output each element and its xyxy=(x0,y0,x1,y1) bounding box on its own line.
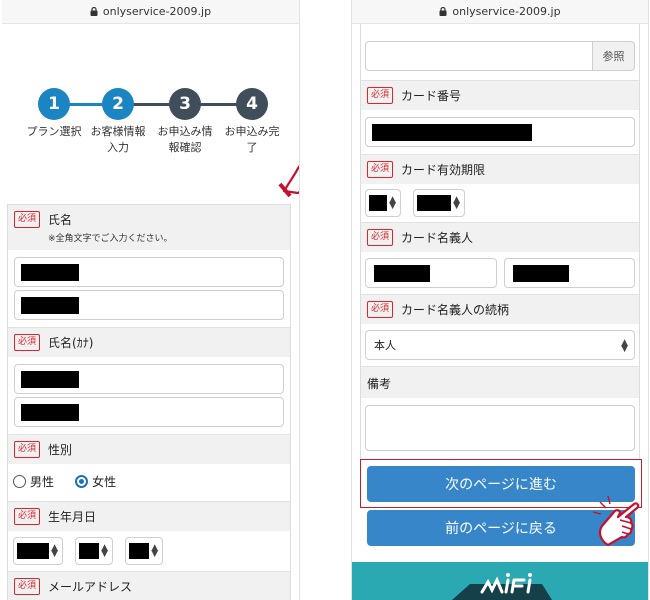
step-2: 2 お客様情報 入力 xyxy=(83,88,153,156)
field-body-card-holder xyxy=(361,252,639,294)
birth-day-select[interactable]: ▲ ▼ xyxy=(125,537,164,565)
reference-button[interactable]: 参照 xyxy=(593,41,635,71)
field-header-notes: 備考 xyxy=(361,366,639,398)
card-expiry-year-select[interactable]: ▲ ▼ xyxy=(413,189,466,217)
redacted-value xyxy=(374,265,430,282)
field-header-card-number: 必須 カード番号 xyxy=(361,80,639,110)
step-number: 4 xyxy=(236,88,268,120)
field-header-name: 必須 氏名 ※全角文字でご入力ください。 xyxy=(8,205,290,250)
field-label: 性別 xyxy=(48,443,73,457)
select-arrows-icon: ▲ ▼ xyxy=(389,195,396,211)
field-label: カード名義人の続柄 xyxy=(401,303,510,317)
field-body-name xyxy=(8,250,290,327)
gender-male-radio[interactable]: 男性 xyxy=(13,473,54,490)
card-holder-first-input[interactable] xyxy=(503,258,635,288)
field-body-birthdate: ▲ ▼ ▲ ▼ ▲ ▼ xyxy=(8,531,290,571)
last-name-input[interactable] xyxy=(14,257,284,287)
birth-year-select[interactable]: ▲ ▼ xyxy=(13,537,63,565)
first-name-input[interactable] xyxy=(14,290,284,320)
field-header-card-holder: 必須 カード名義人 xyxy=(361,222,639,252)
field-body-card-expiry: ▲ ▼ ▲ ▼ xyxy=(361,184,639,222)
redacted-value xyxy=(21,264,79,281)
field-header-relation: 必須 カード名義人の続柄 xyxy=(361,294,639,324)
field-body-reference: 参照 xyxy=(361,24,639,80)
gender-female-radio[interactable]: 女性 xyxy=(75,473,116,490)
reference-input[interactable] xyxy=(365,41,593,71)
redacted-value xyxy=(512,265,569,282)
field-body-relation: 本人 ▲ ▼ xyxy=(361,324,639,366)
promo-banner[interactable] xyxy=(352,562,648,600)
radio-circle-checked xyxy=(75,475,89,488)
field-label: メールアドレス xyxy=(48,580,133,594)
select-arrows-icon: ▲ ▼ xyxy=(453,195,461,211)
url-text: onlyservice-2009.jp xyxy=(452,5,561,18)
lock-icon xyxy=(90,7,98,16)
required-badge: 必須 xyxy=(14,508,41,525)
redacted-value xyxy=(21,404,79,421)
required-badge: 必須 xyxy=(367,161,394,178)
field-label: 生年月日 xyxy=(48,510,97,524)
progress-steps: 1 プラン選択 2 お客様情報 入力 3 お申込み情 報確認 4 お申込み完了 xyxy=(2,24,299,204)
select-arrows-icon: ▲ ▼ xyxy=(621,338,628,354)
field-body-notes xyxy=(361,398,639,459)
field-label: カード名義人 xyxy=(401,231,474,245)
required-badge: 必須 xyxy=(14,334,41,351)
card-holder-last-input[interactable] xyxy=(365,258,497,288)
select-arrows-icon: ▲ ▼ xyxy=(151,543,159,559)
last-name-kana-input[interactable] xyxy=(14,364,284,394)
step-label: お客様情報 入力 xyxy=(90,125,146,154)
pointing-hand-icon xyxy=(278,165,299,198)
step-label: プラン選択 xyxy=(26,125,82,138)
required-badge: 必須 xyxy=(367,229,394,246)
customer-info-form: 必須 氏名 ※全角文字でご入力ください。 必須 氏名(ｶﾅ) 必須 性別 男性 … xyxy=(7,204,291,600)
url-text: onlyservice-2009.jp xyxy=(102,5,212,18)
card-expiry-month-select[interactable]: ▲ ▼ xyxy=(365,189,401,217)
redacted-value xyxy=(21,371,79,388)
field-body-card-number xyxy=(361,110,639,154)
card-number-input[interactable] xyxy=(365,117,635,147)
notes-textarea[interactable] xyxy=(365,405,635,451)
required-badge: 必須 xyxy=(367,301,394,318)
field-label: カード番号 xyxy=(401,89,462,103)
field-header-birthdate: 必須 生年月日 xyxy=(8,501,290,531)
field-header-gender: 必須 性別 xyxy=(8,434,290,464)
lock-icon xyxy=(439,7,447,16)
wifi-logo-graphic xyxy=(452,573,552,600)
field-label: カード有効期限 xyxy=(401,163,486,177)
url-bar[interactable]: onlyservice-2009.jp xyxy=(352,0,648,24)
field-header-email: 必須 メールアドレス xyxy=(8,571,290,600)
redacted-value xyxy=(372,124,532,141)
step-number: 2 xyxy=(102,88,134,120)
right-screenshot: onlyservice-2009.jp 参照 必須 カード番号 必須 カード有効… xyxy=(351,0,649,600)
radio-circle xyxy=(13,475,26,488)
required-badge: 必須 xyxy=(14,211,41,228)
field-body-gender: 男性 女性 xyxy=(8,464,290,501)
step-3: 3 お申込み情 報確認 xyxy=(150,88,220,156)
field-label: 氏名 xyxy=(48,213,73,227)
select-arrows-icon: ▲ ▼ xyxy=(51,543,58,559)
birth-month-select[interactable]: ▲ ▼ xyxy=(75,537,114,565)
left-screenshot: onlyservice-2009.jp 1 プラン選択 2 お客様情報 入力 3 … xyxy=(2,0,300,600)
required-badge: 必須 xyxy=(367,87,394,104)
relation-value: 本人 xyxy=(374,339,396,352)
step-number: 1 xyxy=(38,88,70,120)
first-name-kana-input[interactable] xyxy=(14,397,284,427)
pointing-hand-icon xyxy=(592,495,640,547)
step-number: 3 xyxy=(169,88,201,120)
payment-form: 参照 必須 カード番号 必須 カード有効期限 ▲▼ ▲▼ 必須 カード名義人 xyxy=(360,24,640,459)
step-1: 1 プラン選択 xyxy=(19,88,89,140)
redacted-value xyxy=(21,297,79,314)
field-label: 氏名(ｶﾅ) xyxy=(48,336,94,350)
field-body-kana xyxy=(8,357,290,434)
required-badge: 必須 xyxy=(14,441,41,458)
relation-select[interactable]: 本人 ▲ ▼ xyxy=(365,330,635,360)
field-note: ※全角文字でご入力ください。 xyxy=(48,234,173,244)
url-bar[interactable]: onlyservice-2009.jp xyxy=(2,0,299,24)
field-header-card-expiry: 必須 カード有効期限 xyxy=(361,154,639,184)
required-badge: 必須 xyxy=(14,578,41,595)
step-label: お申込み情 報確認 xyxy=(157,125,213,154)
field-header-kana: 必須 氏名(ｶﾅ) xyxy=(8,327,290,357)
field-label: 備考 xyxy=(367,377,392,391)
select-arrows-icon: ▲ ▼ xyxy=(101,543,109,559)
